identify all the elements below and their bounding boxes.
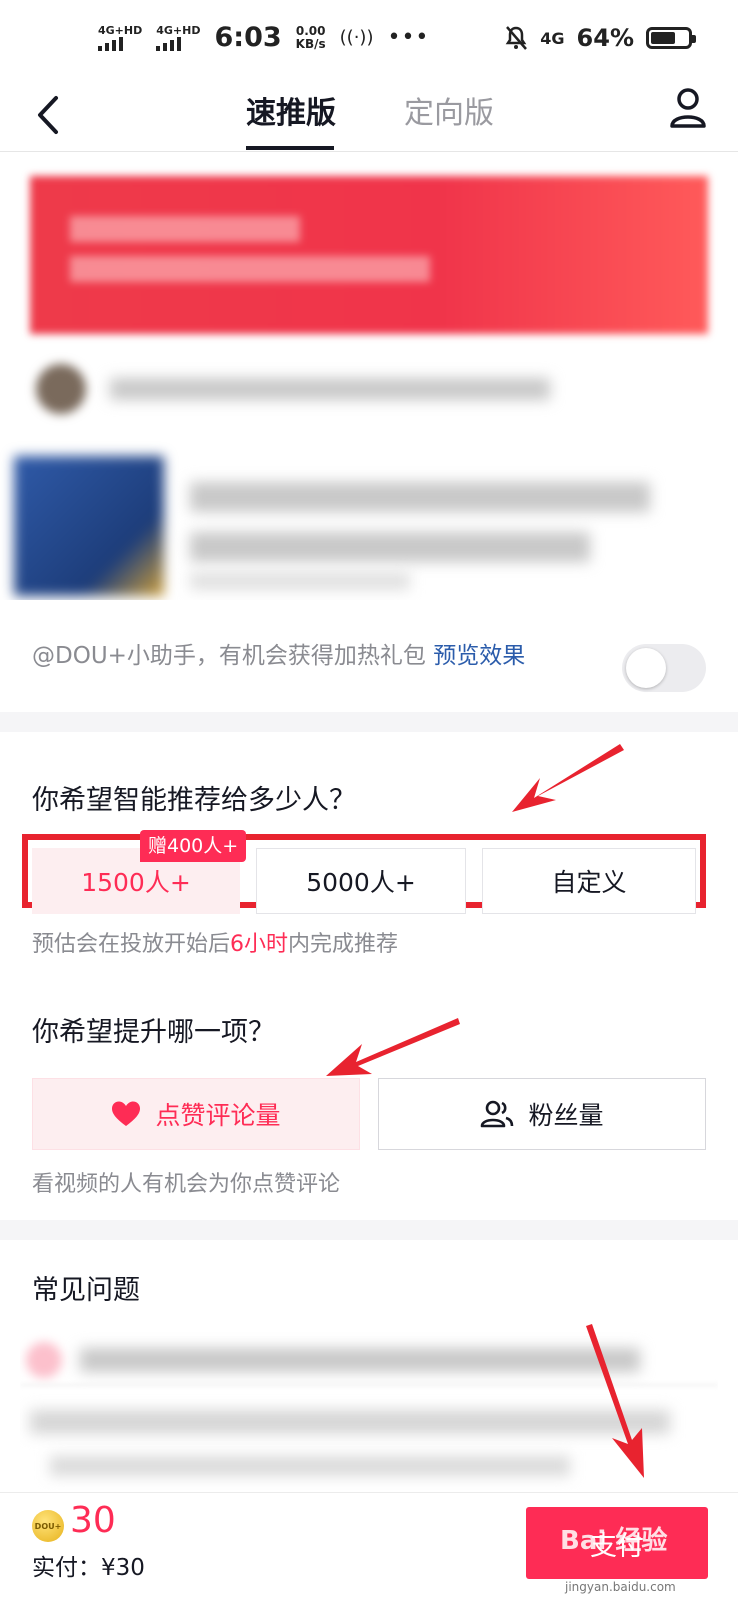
mute-bell-icon bbox=[505, 26, 528, 50]
helper-row: @DOU+小助手，有机会获得加热礼包 预览效果 bbox=[32, 636, 525, 670]
goal-description: 看视频的人有机会为你点赞评论 bbox=[32, 1172, 341, 1197]
video-thumbnail bbox=[14, 456, 164, 596]
goal-label: 粉丝量 bbox=[528, 1101, 604, 1130]
goal-option-likes-comments[interactable]: 点赞评论量 bbox=[32, 1078, 360, 1150]
audience-option-5000[interactable]: 5000人+ bbox=[256, 848, 466, 914]
actual-paid-label: 实付：¥30 bbox=[32, 1555, 145, 1581]
toggle-knob bbox=[626, 648, 666, 688]
net-speed: 0.00 KB/s bbox=[295, 23, 326, 51]
dou-coin-icon: DOU+ bbox=[32, 1510, 64, 1542]
active-tab-indicator bbox=[246, 146, 334, 150]
heart-icon bbox=[112, 1101, 141, 1126]
signal-bars-icon bbox=[156, 36, 182, 51]
goal-label: 点赞评论量 bbox=[155, 1101, 281, 1130]
clock: 6:03 bbox=[214, 22, 282, 53]
status-right: 4G 64% bbox=[504, 24, 696, 52]
faq-title: 常见问题 bbox=[32, 1275, 140, 1306]
users-icon bbox=[481, 1100, 514, 1128]
hotspot-icon: ((·)) bbox=[339, 27, 374, 48]
more-dots-icon: ••• bbox=[387, 25, 430, 50]
user-profile-icon[interactable] bbox=[668, 86, 708, 130]
estimate-text: 预估会在投放开始后6小时内完成推荐 bbox=[32, 932, 399, 957]
status-bar: 4G+HD 4G+HD 6:03 0.00 KB/s ((·)) ••• 4G … bbox=[0, 0, 738, 78]
preview-effect-link[interactable]: 预览效果 bbox=[433, 643, 525, 669]
section-divider bbox=[0, 1220, 738, 1240]
back-arrow-icon[interactable] bbox=[30, 90, 70, 140]
audience-option-custom[interactable]: 自定义 bbox=[482, 848, 696, 914]
avatar bbox=[36, 364, 86, 414]
status-left: 4G+HD 4G+HD 6:03 0.00 KB/s ((·)) ••• bbox=[98, 22, 429, 53]
top-nav: 速推版 定向版 bbox=[0, 78, 738, 152]
tab-quick-promote[interactable]: 速推版 bbox=[246, 88, 336, 132]
pay-button[interactable]: 支付 bbox=[526, 1507, 708, 1579]
goal-question: 你希望提升哪一项？ bbox=[32, 1017, 275, 1048]
gift-badge: 赠400人+ bbox=[140, 830, 247, 862]
estimate-hours: 6小时 bbox=[230, 932, 289, 957]
battery-percent: 64% bbox=[576, 24, 634, 52]
goal-option-followers[interactable]: 粉丝量 bbox=[378, 1078, 706, 1150]
network-type: 4G bbox=[540, 28, 565, 48]
blurred-text bbox=[190, 532, 590, 562]
blurred-video-preview bbox=[0, 152, 738, 600]
battery-icon bbox=[646, 27, 696, 49]
blurred-text bbox=[190, 572, 410, 590]
helper-toggle[interactable] bbox=[622, 644, 706, 692]
signal-2: 4G+HD bbox=[156, 24, 201, 51]
signal-bars-icon bbox=[98, 36, 123, 51]
tab-targeted[interactable]: 定向版 bbox=[404, 88, 494, 132]
promo-banner bbox=[30, 176, 708, 334]
blurred-faq-list bbox=[20, 1330, 718, 1490]
blurred-text bbox=[110, 378, 550, 400]
blurred-text bbox=[190, 482, 650, 512]
helper-text: @DOU+小助手，有机会获得加热礼包 bbox=[32, 643, 426, 669]
recommend-question: 你希望智能推荐给多少人？ bbox=[32, 785, 356, 816]
section-divider bbox=[0, 712, 738, 732]
signal-1: 4G+HD bbox=[98, 24, 142, 51]
price-amount: 30 bbox=[70, 1500, 116, 1541]
